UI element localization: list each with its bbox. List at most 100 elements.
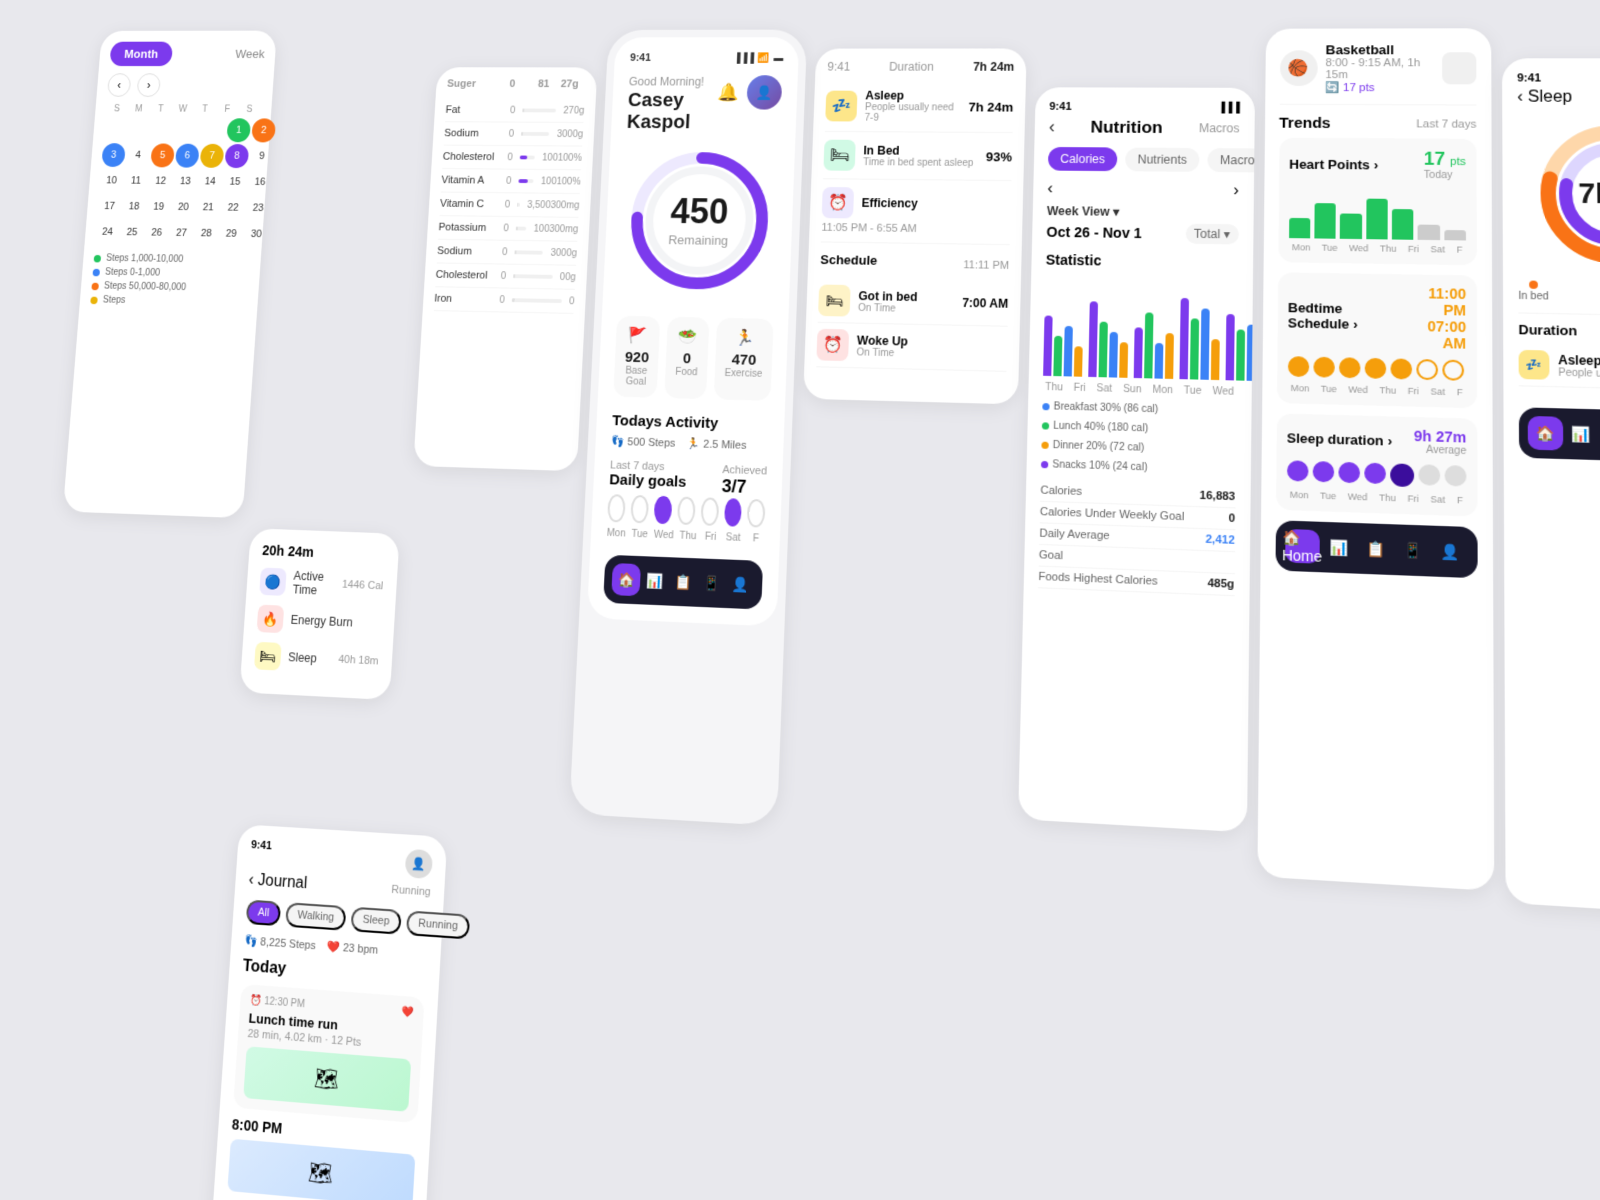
cal-day[interactable]: 27 (169, 221, 194, 245)
nav-profile[interactable]: 👤 (725, 568, 755, 602)
tag-running[interactable]: Running (406, 910, 470, 939)
cal-day[interactable]: 8 (224, 144, 249, 168)
bar-orange-thu (1074, 346, 1083, 376)
tag-walking[interactable]: Walking (285, 902, 346, 931)
cal-day[interactable]: 5 (150, 143, 175, 167)
cal-day[interactable]: 30 (244, 222, 269, 247)
cal-day[interactable]: 3 (101, 143, 126, 167)
goals-dots-row (607, 494, 765, 528)
cal-day[interactable]: 16 (247, 170, 272, 194)
sleep-phone-header: ‹ Sleep Today (1517, 89, 1600, 108)
cal-day[interactable]: 6 (175, 144, 200, 168)
cal-day[interactable] (177, 118, 202, 142)
macros-tab[interactable]: Macros (1207, 148, 1254, 172)
cal-day[interactable]: 22 (221, 196, 246, 220)
food-value: 0 (676, 350, 699, 367)
total-button[interactable]: Total ▾ (1185, 224, 1238, 245)
cal-day[interactable]: 23 (246, 196, 271, 220)
cal-day[interactable]: 12 (148, 169, 173, 193)
days-header: S M T W T F S (106, 104, 261, 115)
cal-day[interactable]: 11 (124, 169, 149, 193)
heart-bar-mon (1289, 218, 1311, 238)
sleep-nav-chart[interactable]: 📊 (1563, 417, 1599, 452)
cal-day[interactable]: 4 (126, 143, 151, 167)
journal-steps: 👣 8,225 Steps (244, 934, 316, 952)
bar-green-sat (1144, 312, 1153, 378)
trends-nav-profile[interactable]: 👤 (1433, 534, 1468, 569)
cal-day[interactable]: 24 (95, 220, 120, 244)
heart-bar-fri (1392, 209, 1414, 240)
cal-day[interactable]: 13 (173, 169, 198, 193)
nav-chart[interactable]: 📊 (640, 564, 670, 597)
journal-back[interactable]: ‹ Journal (248, 871, 308, 893)
heart-points-unit: pts (1450, 156, 1466, 168)
journal-avatar: 👤 (405, 849, 434, 879)
legend-label: Steps (102, 295, 125, 306)
cal-day[interactable] (202, 118, 227, 142)
cal-day[interactable]: 17 (97, 194, 122, 218)
tag-sleep[interactable]: Sleep (350, 907, 401, 935)
cal-day[interactable]: 29 (219, 222, 244, 247)
notification-bell-icon[interactable]: 🔔 (718, 82, 740, 102)
next-week-button[interactable]: › (1233, 182, 1239, 200)
trends-nav-chart[interactable]: 📊 (1321, 530, 1356, 565)
prev-month-button[interactable]: ‹ (107, 73, 131, 97)
calories-tab[interactable]: Calories (1048, 147, 1118, 171)
macro-row-fat: Fat 0 27 0g (445, 99, 585, 123)
trends-nav-phone[interactable]: 📱 (1395, 533, 1430, 568)
cal-day[interactable]: 1 (226, 118, 251, 142)
cal-day[interactable]: 14 (198, 170, 223, 194)
sleep-duration-chart: Sleep duration › 9h 27m Average (1276, 413, 1478, 516)
cal-day[interactable]: 18 (122, 195, 147, 219)
cal-day[interactable]: 21 (196, 195, 221, 219)
cal-day[interactable]: 2 (251, 118, 276, 142)
sleep-dot-6 (1418, 464, 1440, 486)
cal-day[interactable]: 9 (249, 144, 274, 168)
cal-day[interactable] (152, 118, 177, 142)
cal-day[interactable]: 20 (171, 195, 196, 219)
tag-all[interactable]: All (246, 900, 282, 927)
back-button[interactable]: ‹ (1049, 117, 1056, 138)
cal-day[interactable]: 25 (120, 220, 145, 244)
bar-blue-mon (1247, 325, 1255, 381)
cal-day[interactable]: 28 (194, 221, 219, 245)
schedule-title: Schedule (820, 252, 877, 268)
legend-label: Steps 1,000-10,000 (106, 253, 184, 264)
cal-day[interactable] (103, 118, 128, 142)
bar-group-mon (1226, 314, 1255, 381)
bar-green-fri (1099, 322, 1108, 378)
cal-day[interactable]: 7 (200, 144, 225, 168)
sleep-detail-header: 9:41 Duration 7h 24m (827, 60, 1014, 74)
trends-nav-list[interactable]: 📋 (1358, 532, 1393, 567)
nutrients-tab[interactable]: Nutrients (1125, 148, 1199, 172)
cal-day[interactable]: 26 (144, 221, 169, 245)
month-button[interactable]: Month (109, 42, 173, 66)
sleep-dot-5 (1390, 463, 1414, 487)
prev-week-button[interactable]: ‹ (1047, 180, 1053, 198)
macros-label: Macros (1199, 121, 1240, 135)
nav-list[interactable]: 📋 (668, 565, 698, 598)
cal-day[interactable]: 10 (99, 169, 124, 193)
goal-dot-wed (654, 496, 673, 525)
macro-row-sodium2: Sodium 0 300 0g (436, 240, 577, 266)
active-time-icon: 🔵 (259, 568, 287, 596)
sleep-dot-3 (1338, 462, 1360, 484)
sleep-stat-label: Sleep (288, 650, 339, 666)
cal-day[interactable] (128, 118, 153, 142)
nav-home[interactable]: 🏠 (612, 563, 642, 596)
cal-day[interactable]: 15 (223, 170, 248, 194)
nav-phone[interactable]: 📱 (697, 566, 727, 599)
legend-dinner: Dinner 20% (72 cal) (1041, 440, 1144, 454)
week-button[interactable]: Week (235, 47, 265, 61)
trends-nav-home[interactable]: 🏠 Home (1285, 529, 1320, 564)
base-goal-label: Base Goal (624, 366, 649, 388)
sleep-nav-home[interactable]: 🏠 (1528, 416, 1564, 451)
sleep-back-button[interactable]: ‹ Sleep (1517, 89, 1572, 107)
next-month-button[interactable]: › (137, 73, 162, 97)
heart-bar-f (1444, 230, 1466, 241)
exercise-icon: 🏃 (726, 328, 764, 348)
journal-bpm: ❤️ 23 bpm (327, 940, 379, 957)
cal-day[interactable]: 19 (146, 195, 171, 219)
dinner-dot (1041, 442, 1048, 449)
bar-purple-sun (1179, 298, 1189, 379)
